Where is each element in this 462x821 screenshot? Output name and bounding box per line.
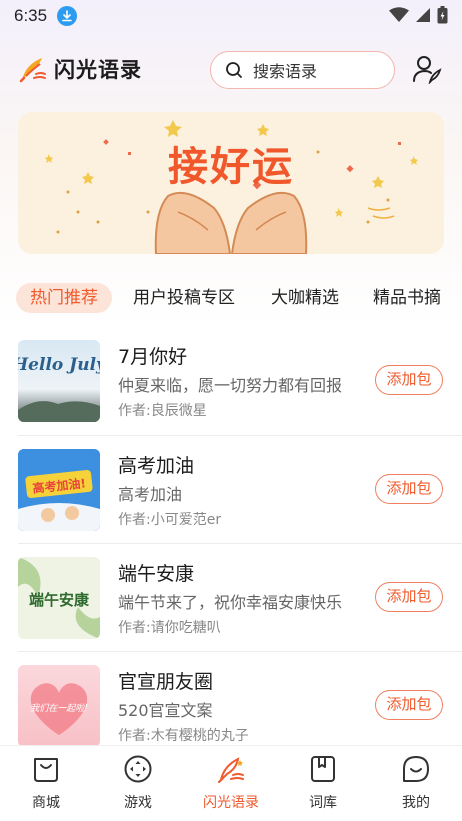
nav-label: 我的	[402, 795, 430, 811]
list-item[interactable]: 端午安康 端午安康 端午节来了，祝你幸福安康快乐 作者:请你吃糖叭 添加包	[0, 557, 462, 665]
download-icon	[57, 6, 78, 26]
nav-label: 闪光语录	[203, 795, 259, 811]
battery-icon	[437, 6, 448, 24]
thumbnail-text-together: 我们在一起啦!	[30, 703, 88, 714]
divider	[18, 543, 462, 544]
tab-user-submissions[interactable]: 用户投稿专区	[133, 283, 235, 313]
tab-expert-picks[interactable]: 大咖精选	[271, 283, 339, 313]
search-icon	[226, 62, 242, 78]
add-pack-button[interactable]: 添加包	[375, 474, 443, 504]
wifi-icon	[389, 7, 409, 22]
divider	[18, 435, 462, 436]
thumbnail-text-hello: Hello July	[18, 355, 100, 375]
nav-label: 商城	[32, 795, 60, 811]
search-placeholder: 搜索语录	[253, 62, 318, 81]
divider	[18, 651, 462, 652]
item-thumbnail: Hello July	[18, 340, 100, 422]
item-description: 端午节来了，祝你幸福安康快乐	[118, 593, 343, 612]
app-logo: 闪光语录	[18, 54, 142, 84]
item-thumbnail: 端午安康	[18, 557, 100, 639]
thumbnail-image: 端午安康	[18, 557, 100, 639]
feather-icon	[218, 757, 244, 784]
thumbnail-image: 高考加油!	[18, 449, 100, 531]
item-title: 官宣朋友圈	[118, 671, 214, 693]
gamepad-icon	[124, 755, 152, 783]
item-author: 作者:请你吃糖叭	[118, 620, 221, 636]
item-description: 高考加油	[118, 485, 183, 504]
item-author: 作者:小可爱范er	[118, 512, 222, 528]
status-bar: 6:35	[0, 0, 462, 32]
thumbnail-image: Hello July	[18, 355, 100, 422]
banner-title: 接好运	[168, 144, 294, 190]
thumbnail-text-duanwu: 端午安康	[29, 591, 90, 609]
nav-item-lexicon[interactable]: 词库	[277, 754, 369, 818]
list-item[interactable]: 高考加油! 高考加油 高考加油 作者:小可爱范er 添加包	[0, 449, 462, 557]
tab-book-excerpts[interactable]: 精品书摘	[373, 283, 441, 313]
item-title: 高考加油	[118, 455, 195, 477]
nav-label: 游戏	[124, 795, 152, 811]
item-description: 仲夏来临，愿一切努力都有回报	[118, 376, 343, 395]
bag-icon	[34, 758, 58, 782]
item-thumbnail: 我们在一起啦!	[18, 665, 100, 747]
user-feather-icon[interactable]	[412, 54, 442, 84]
book-icon	[311, 756, 335, 782]
add-pack-button[interactable]: 添加包	[375, 365, 443, 395]
app-header: 闪光语录 搜索语录	[0, 48, 462, 92]
feather-logo-icon	[19, 58, 46, 83]
item-title: 端午安康	[118, 563, 195, 585]
tab-hot-recommend[interactable]: 热门推荐	[16, 283, 112, 313]
smile-icon	[403, 756, 429, 782]
status-indicators	[389, 6, 448, 24]
nav-item-games[interactable]: 游戏	[92, 754, 184, 818]
item-thumbnail: 高考加油!	[18, 449, 100, 531]
promo-banner[interactable]: 接好运	[18, 112, 444, 254]
item-author: 作者:木有樱桃的丸子	[118, 728, 249, 744]
item-title: 7月你好	[118, 346, 188, 368]
app-name: 闪光语录	[54, 58, 142, 82]
category-tabs: 热门推荐 用户投稿专区 大咖精选 精品书摘	[0, 283, 462, 315]
item-description: 520官宣文案	[118, 701, 213, 720]
add-pack-button[interactable]: 添加包	[375, 582, 443, 612]
search-input[interactable]: 搜索语录	[210, 51, 395, 89]
nav-label: 词库	[309, 795, 337, 811]
thumbnail-image: 我们在一起啦!	[30, 683, 88, 735]
signal-icon	[416, 8, 430, 22]
list-item[interactable]: Hello July 7月你好 仲夏来临，愿一切努力都有回报 作者:良辰微星 添…	[0, 340, 462, 448]
nav-item-quotes[interactable]: 闪光语录	[185, 754, 277, 818]
status-time: 6:35	[14, 6, 48, 25]
add-pack-button[interactable]: 添加包	[375, 690, 443, 720]
bottom-navigation: 商城 游戏 闪光语录 词库 我的	[0, 745, 462, 821]
nav-item-mine[interactable]: 我的	[370, 754, 462, 818]
nav-item-mall[interactable]: 商城	[0, 754, 92, 818]
item-author: 作者:良辰微星	[118, 403, 207, 419]
